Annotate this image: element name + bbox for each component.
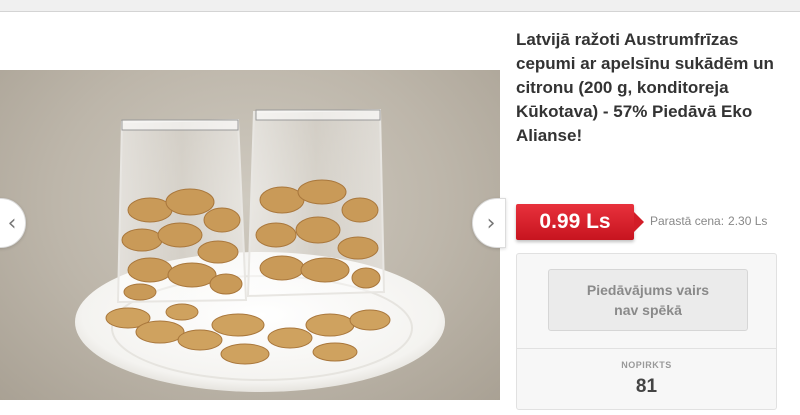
product-title: Latvijā ražoti Austrumfrīzas cepumi ar a…: [516, 30, 774, 145]
bought-label: NOPIRKTS: [621, 360, 672, 370]
original-price-label: Parastā cena:: [650, 214, 725, 228]
panel-divider: [517, 348, 776, 349]
deal-status-panel: Piedāvājums vairs nav spēkā NOPIRKTS 81: [516, 253, 777, 410]
product-image[interactable]: [0, 70, 500, 400]
header-divider: [0, 0, 800, 12]
deal-expired-button[interactable]: Piedāvājums vairs nav spēkā: [548, 269, 748, 331]
original-price: Parastā cena: 2.30 Ls: [650, 214, 767, 228]
original-price-value: 2.30 Ls: [728, 214, 768, 228]
price-badge: 0.99 Ls: [516, 204, 644, 240]
bought-count: 81: [635, 376, 658, 397]
price-value: 0.99 Ls: [539, 210, 611, 233]
chevron-right-icon: ›: [486, 210, 496, 236]
chevron-left-icon: ‹: [7, 210, 17, 236]
cookies-photo: [75, 108, 445, 392]
